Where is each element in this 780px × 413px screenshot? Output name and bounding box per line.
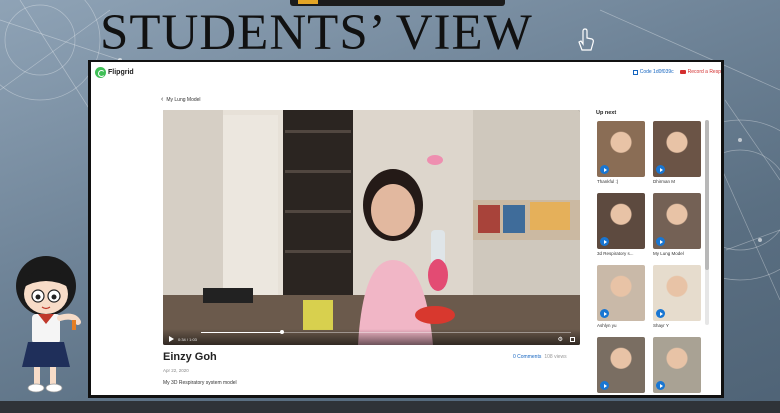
scrollbar-thumb[interactable] — [705, 120, 709, 270]
up-next-item[interactable]: My Lung Model — [653, 193, 701, 256]
camera-icon — [679, 70, 686, 74]
up-next-thumbnail[interactable] — [597, 337, 645, 393]
up-next-thumbnail[interactable] — [597, 265, 645, 321]
views-count: 108 views — [544, 354, 567, 360]
up-next-thumbnail[interactable] — [653, 265, 701, 321]
response-stats: 0 Comments 108 views — [513, 354, 567, 360]
play-circle-icon[interactable] — [656, 165, 665, 174]
code-button[interactable]: Code 1d0f039c — [632, 69, 674, 75]
video-scrubber[interactable] — [201, 330, 571, 334]
video-frame — [163, 110, 580, 345]
up-next-label: My Lung Model — [653, 251, 684, 256]
up-next-item[interactable]: Shayr Y — [653, 265, 701, 328]
up-next-scrollbar[interactable] — [705, 120, 709, 325]
flipgrid-window: Flipgrid Code 1d0f039c Record a Resp ‹ M… — [91, 62, 721, 395]
app-header: Flipgrid Code 1d0f039c Record a Resp — [91, 62, 721, 82]
play-icon[interactable] — [169, 336, 174, 342]
breadcrumb[interactable]: ‹ My Lung Model — [161, 96, 201, 103]
up-next-item[interactable] — [653, 337, 701, 395]
response-description: My 3D Respiratory system model — [163, 380, 237, 386]
screen-capture-frame: Flipgrid Code 1d0f039c Record a Resp ‹ M… — [88, 60, 724, 398]
play-circle-icon[interactable] — [600, 237, 609, 246]
up-next-label: 3d Respiratory s... — [597, 251, 634, 256]
up-next-item[interactable]: 3d Respiratory s... — [597, 193, 645, 256]
pointer-hand-icon — [578, 28, 594, 51]
up-next-item[interactable]: Dhirman M — [653, 121, 701, 184]
breadcrumb-label: My Lung Model — [166, 96, 201, 103]
response-author: Einzy Goh — [163, 351, 217, 363]
up-next-label: Shayr Y — [653, 323, 669, 328]
copy-icon — [632, 69, 638, 75]
fullscreen-icon[interactable] — [570, 337, 575, 342]
logo-text: Flipgrid — [108, 69, 134, 76]
up-next-item[interactable]: Thankful :) — [597, 121, 645, 184]
play-circle-icon[interactable] — [600, 309, 609, 318]
up-next-label: Thankful :) — [597, 179, 619, 184]
up-next-thumbnail[interactable] — [653, 121, 701, 177]
video-controls: 0:34 / 1:03 ⚙ — [163, 329, 580, 345]
up-next-label: Dhirman M — [653, 179, 676, 184]
code-label: Code 1d0f039c — [639, 69, 674, 75]
gear-icon[interactable]: ⚙ — [558, 336, 563, 343]
up-next-thumbnail[interactable] — [653, 193, 701, 249]
comments-link[interactable]: 0 Comments — [513, 354, 541, 360]
up-next-thumbnail[interactable] — [653, 337, 701, 393]
play-circle-icon[interactable] — [656, 237, 665, 246]
record-label: Record a Resp — [687, 69, 721, 75]
toolbar-indicator — [298, 0, 318, 4]
slide-title: STUDENTS’ VIEW — [100, 5, 533, 61]
flipgrid-logo[interactable]: Flipgrid — [95, 67, 134, 78]
header-actions: Code 1d0f039c Record a Resp — [632, 69, 721, 75]
video-time: 0:34 / 1:03 — [178, 337, 197, 342]
up-next-label: Ashlyn yu — [597, 323, 617, 328]
up-next-item[interactable]: Ashlyn yu — [597, 265, 645, 328]
slide-bottom-strip — [0, 401, 780, 413]
play-circle-icon[interactable] — [656, 309, 665, 318]
response-date: Apr 22, 2020 — [163, 368, 189, 373]
video-player[interactable]: 0:34 / 1:03 ⚙ — [163, 110, 580, 345]
up-next-thumbnail[interactable] — [597, 121, 645, 177]
record-response-button[interactable]: Record a Resp — [679, 69, 721, 75]
play-circle-icon[interactable] — [600, 381, 609, 390]
flipgrid-logo-icon — [95, 67, 106, 78]
scrubber-handle[interactable] — [280, 330, 285, 334]
cartoon-student-mascot — [16, 256, 81, 393]
up-next-thumbnail[interactable] — [597, 193, 645, 249]
play-circle-icon[interactable] — [656, 381, 665, 390]
video-progress — [201, 331, 283, 333]
up-next-item[interactable] — [597, 337, 645, 395]
play-circle-icon[interactable] — [600, 165, 609, 174]
up-next-heading: Up next — [596, 110, 617, 116]
chevron-left-icon: ‹ — [161, 96, 164, 103]
